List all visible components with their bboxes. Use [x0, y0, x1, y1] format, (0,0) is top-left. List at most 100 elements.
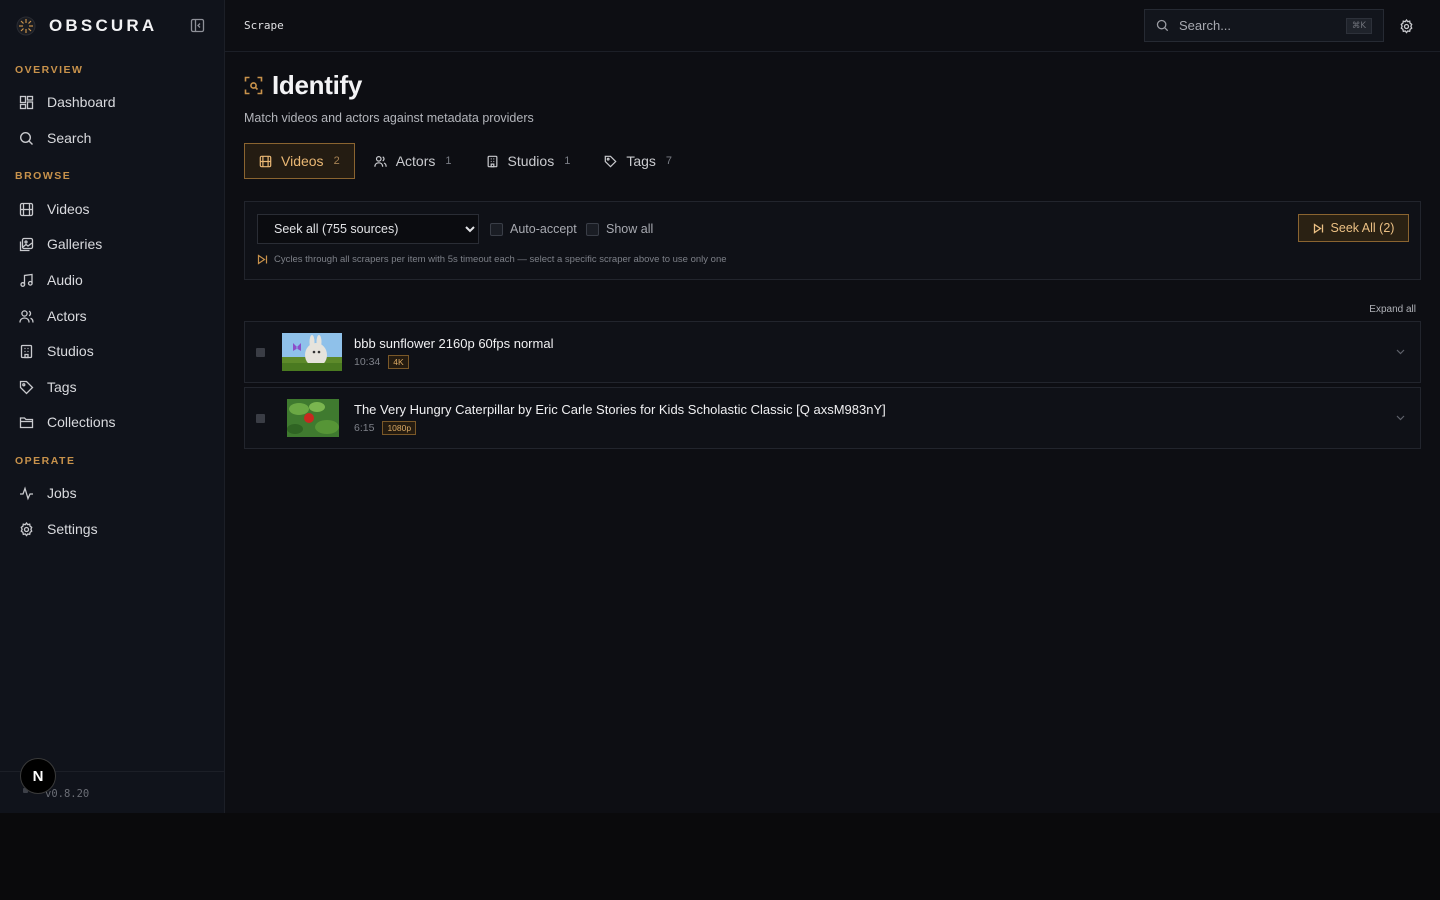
- show-all-checkbox[interactable]: Show all: [586, 222, 653, 236]
- music-icon: [18, 272, 34, 288]
- checkbox-box[interactable]: [586, 222, 599, 236]
- search-icon: [1156, 19, 1170, 33]
- tag-icon: [18, 379, 34, 395]
- video-meta: 10:34 4K: [354, 355, 409, 369]
- collapse-sidebar-icon[interactable]: [189, 17, 206, 34]
- auto-accept-checkbox[interactable]: Auto-accept: [490, 222, 577, 236]
- global-search[interactable]: ⌘K: [1144, 9, 1384, 42]
- tab-label: Tags: [626, 153, 656, 169]
- tab-count: 1: [445, 155, 452, 167]
- aperture-logo-icon: [16, 16, 36, 36]
- sidebar-item-label: Audio: [47, 272, 83, 288]
- gear-icon: [18, 521, 34, 537]
- tab-videos[interactable]: Videos 2: [244, 143, 355, 179]
- resolution-badge: 4K: [388, 355, 409, 369]
- tab-actors[interactable]: Actors 1: [359, 143, 467, 179]
- page-header: Identify Match videos and actors against…: [244, 70, 534, 125]
- tab-label: Videos: [281, 153, 324, 169]
- film-icon: [18, 201, 34, 217]
- sidebar-item-dashboard[interactable]: Dashboard: [0, 87, 224, 117]
- users-icon: [373, 154, 388, 168]
- skip-forward-icon: [1313, 222, 1325, 234]
- video-row[interactable]: bbb sunflower 2160p 60fps normal 10:34 4…: [244, 321, 1421, 383]
- activity-icon: [18, 485, 34, 501]
- gallery-icon: [18, 236, 34, 252]
- tab-count: 7: [665, 155, 673, 167]
- tag-icon: [604, 154, 618, 168]
- user-avatar[interactable]: N: [20, 758, 56, 794]
- video-meta: 6:15 1080p: [354, 421, 417, 435]
- expand-all-button[interactable]: Expand all: [1369, 304, 1416, 315]
- sidebar-item-audio[interactable]: Audio: [0, 265, 224, 295]
- sidebar-item-label: Videos: [47, 201, 90, 217]
- video-row[interactable]: The Very Hungry Caterpillar by Eric Carl…: [244, 387, 1421, 449]
- sidebar-item-label: Actors: [47, 308, 87, 324]
- skip-forward-icon: [257, 254, 268, 265]
- sidebar-item-settings[interactable]: Settings: [0, 514, 224, 544]
- search-icon: [18, 130, 34, 146]
- scrape-controls-panel: Seek all (755 sources) Auto-accept Show …: [244, 201, 1421, 280]
- app-shell: OBSCURA OVERVIEW Dashboard Search BROWSE: [0, 0, 1440, 813]
- sidebar-item-jobs[interactable]: Jobs: [0, 478, 224, 508]
- chevron-down-icon[interactable]: [1394, 412, 1406, 424]
- sidebar-item-tags[interactable]: Tags: [0, 372, 224, 402]
- sidebar-item-label: Tags: [47, 379, 77, 395]
- tab-label: Actors: [395, 153, 436, 169]
- video-title: The Very Hungry Caterpillar by Eric Carl…: [354, 402, 886, 417]
- row-select-checkbox[interactable]: [256, 414, 265, 423]
- tab-count: 1: [564, 155, 571, 167]
- sidebar-item-studios[interactable]: Studios: [0, 336, 224, 366]
- brand: OBSCURA: [0, 0, 224, 52]
- hint-text: Cycles through all scrapers per item wit…: [274, 254, 727, 265]
- dashboard-icon: [18, 94, 34, 110]
- sidebar-item-collections[interactable]: Collections: [0, 407, 224, 437]
- video-thumbnail: [282, 333, 342, 371]
- page-subtitle: Match videos and actors against metadata…: [244, 111, 534, 125]
- sidebar-item-label: Dashboard: [47, 94, 116, 110]
- chevron-down-icon[interactable]: [1394, 346, 1406, 358]
- main-content: Scrape ⌘K Identify: [225, 0, 1440, 813]
- section-label-operate: OPERATE: [15, 455, 76, 467]
- section-label-browse: BROWSE: [15, 170, 72, 182]
- sidebar-item-videos[interactable]: Videos: [0, 194, 224, 224]
- row-select-checkbox[interactable]: [256, 348, 265, 357]
- entity-tabs: Videos 2 Actors 1 Studios 1 Tags 7: [244, 143, 691, 179]
- scraper-select[interactable]: Seek all (755 sources): [257, 214, 479, 244]
- building-icon: [486, 154, 500, 168]
- seek-all-label: Seek All (2): [1330, 221, 1395, 235]
- bottom-strip: [0, 813, 1440, 900]
- shortcut-badge: ⌘K: [1345, 18, 1372, 34]
- checkbox-label: Auto-accept: [510, 222, 577, 236]
- checkbox-box[interactable]: [490, 222, 503, 236]
- search-input[interactable]: [1179, 18, 1339, 33]
- sidebar-item-search[interactable]: Search: [0, 123, 224, 153]
- sidebar-item-label: Galleries: [47, 236, 103, 252]
- section-label-overview: OVERVIEW: [15, 64, 84, 76]
- sidebar-item-label: Collections: [47, 414, 116, 430]
- video-duration: 10:34: [354, 356, 381, 368]
- tab-studios[interactable]: Studios 1: [471, 143, 586, 179]
- seek-all-button[interactable]: Seek All (2): [1298, 214, 1409, 242]
- sidebar-item-label: Jobs: [47, 485, 77, 501]
- sidebar: OBSCURA OVERVIEW Dashboard Search BROWSE: [0, 0, 225, 813]
- checkbox-label: Show all: [606, 222, 654, 236]
- app-version: v0.8.20: [45, 788, 90, 800]
- folder-icon: [18, 414, 34, 430]
- scraper-hint: Cycles through all scrapers per item wit…: [257, 254, 727, 265]
- sidebar-item-label: Settings: [47, 521, 98, 537]
- resolution-badge: 1080p: [382, 421, 417, 435]
- sidebar-item-galleries[interactable]: Galleries: [0, 229, 224, 259]
- topbar: Scrape ⌘K: [225, 0, 1440, 52]
- scan-face-icon: [244, 76, 263, 95]
- users-icon: [18, 308, 34, 324]
- video-thumbnail: [287, 399, 339, 437]
- film-icon: [259, 154, 273, 168]
- sidebar-item-label: Studios: [47, 343, 94, 359]
- tab-tags[interactable]: Tags 7: [589, 143, 687, 179]
- page-title: Identify: [272, 70, 363, 100]
- video-duration: 6:15: [354, 422, 375, 434]
- settings-gear-icon[interactable]: [1397, 17, 1415, 35]
- sidebar-item-actors[interactable]: Actors: [0, 301, 224, 331]
- tab-label: Studios: [507, 153, 555, 169]
- breadcrumb[interactable]: Scrape: [244, 19, 284, 32]
